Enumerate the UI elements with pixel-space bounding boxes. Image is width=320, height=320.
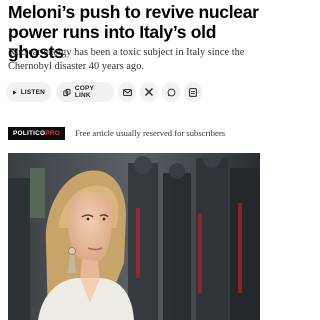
listen-label: LISTEN (20, 88, 45, 96)
listen-button[interactable]: LISTEN (6, 82, 52, 102)
save-article-button[interactable] (184, 82, 202, 102)
share-whatsapp-button[interactable] (162, 82, 180, 102)
copy-link-button[interactable]: COPY LINK (56, 82, 114, 102)
share-x-button[interactable] (140, 82, 158, 102)
badge-suffix: PRO (45, 129, 60, 137)
share-email-button[interactable] (118, 82, 136, 102)
copy-link-label: COPY LINK (74, 85, 94, 99)
link-icon (63, 88, 71, 96)
hero-photo-illustration (8, 153, 260, 320)
badge-brand: POLITICO (13, 129, 46, 137)
article-actions-bar: LISTEN COPY LINK (6, 82, 202, 102)
politico-pro-badge[interactable]: POLITICO PRO (8, 126, 65, 140)
email-icon (122, 88, 132, 96)
save-icon (189, 87, 197, 97)
play-icon (13, 89, 17, 95)
whatsapp-icon (167, 88, 175, 96)
x-icon (145, 88, 153, 96)
article-hero-image (8, 153, 260, 320)
promo-text: Free article usually reserved for subscr… (74, 128, 226, 138)
article-subhead: Nuclear energy has been a toxic subject … (8, 47, 245, 72)
promo-row: POLITICO PRO Free article usually reserve… (8, 125, 225, 141)
